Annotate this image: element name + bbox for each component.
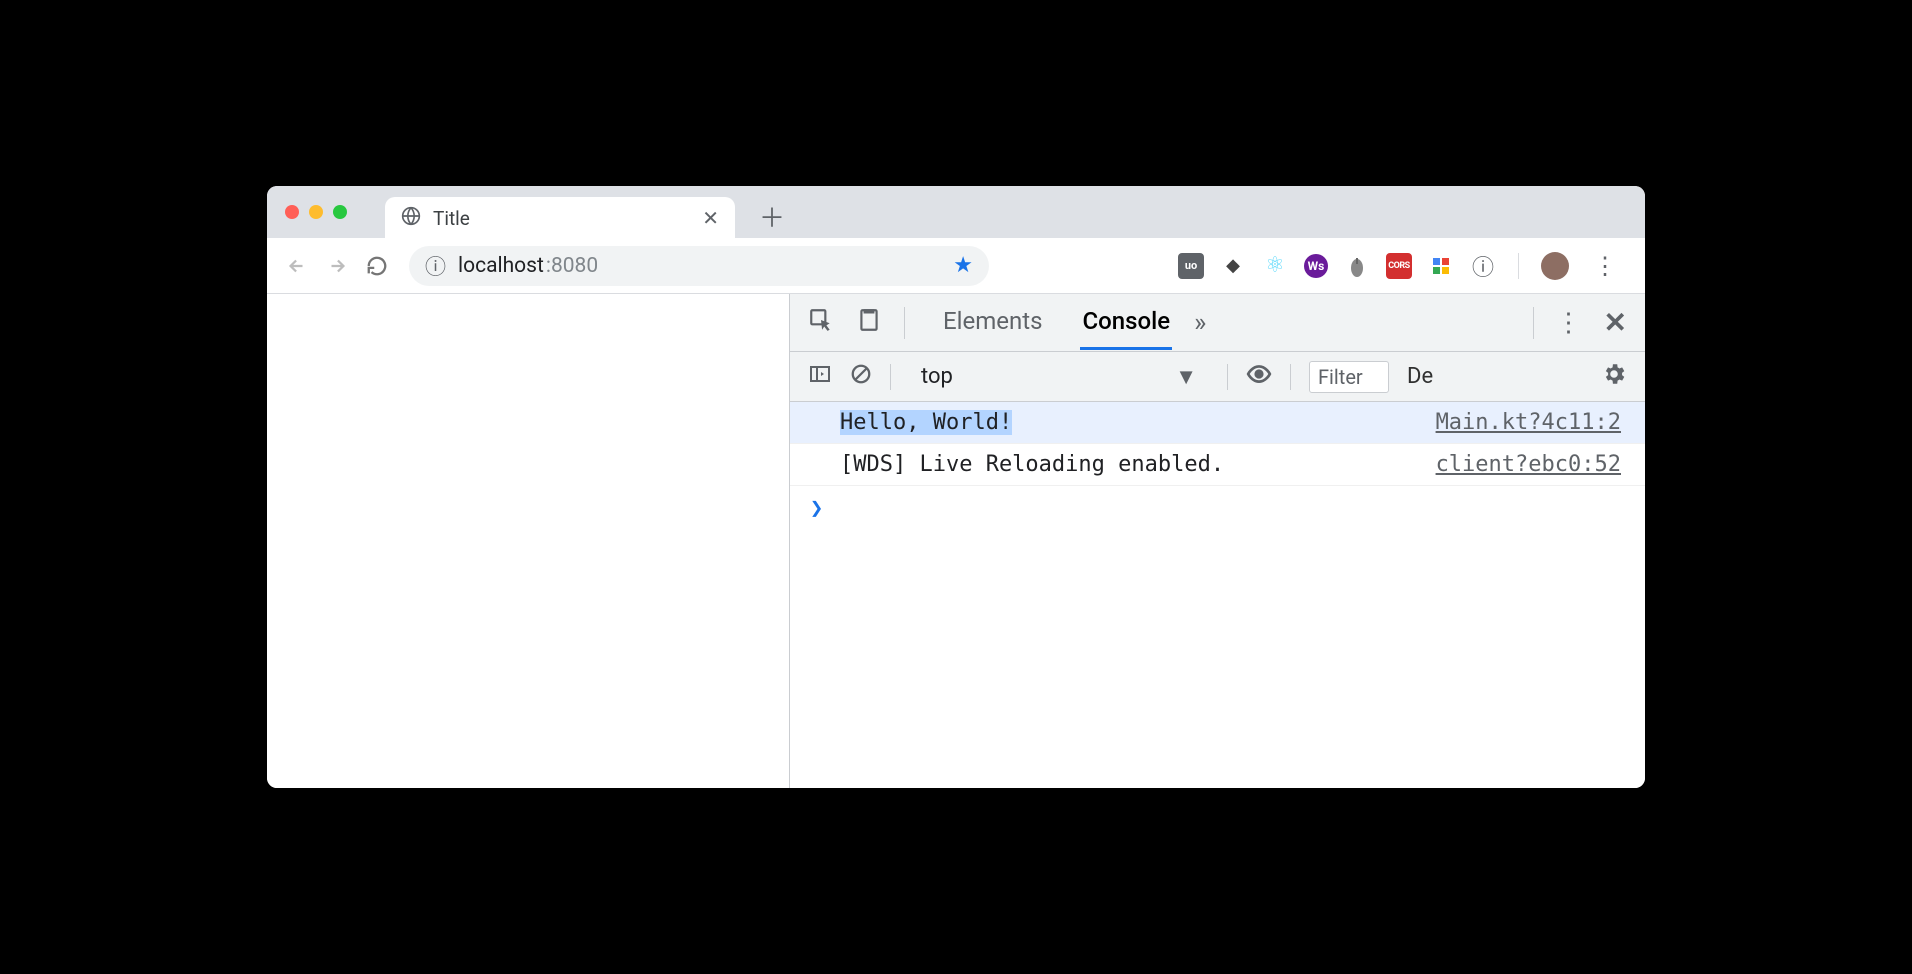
- devtools-toolbar: Elements Console » ⋮ ✕: [790, 294, 1645, 352]
- minimize-window-button[interactable]: [309, 205, 323, 219]
- separator: [1227, 364, 1228, 390]
- bookmark-star-icon[interactable]: ★: [953, 253, 973, 278]
- console-prompt[interactable]: ❯: [790, 486, 1645, 531]
- inspect-element-icon[interactable]: [808, 307, 834, 339]
- log-message: Hello, World!: [840, 410, 1436, 435]
- tab-strip: Title ✕ ＋: [267, 186, 1645, 238]
- address-bar[interactable]: ⓘ localhost:8080 ★: [409, 246, 989, 286]
- close-window-button[interactable]: [285, 205, 299, 219]
- log-source-link[interactable]: Main.kt?4c11:2: [1436, 410, 1621, 435]
- browser-window: Title ✕ ＋ ⓘ localhost:8080 ★ uo ◆ ⚛ Ws: [267, 186, 1645, 788]
- devtools-menu-icon[interactable]: ⋮: [1556, 308, 1582, 338]
- reload-button[interactable]: [359, 248, 395, 284]
- page-viewport[interactable]: [267, 294, 789, 788]
- log-message: [WDS] Live Reloading enabled.: [840, 452, 1436, 477]
- console-sidebar-toggle-icon[interactable]: [808, 362, 832, 392]
- dropdown-caret-icon: ▼: [1175, 364, 1197, 390]
- ext-mouse-icon[interactable]: [1344, 253, 1370, 279]
- separator: [1290, 364, 1291, 390]
- browser-menu-button[interactable]: ⋮: [1585, 252, 1625, 280]
- devtools-panel: Elements Console » ⋮ ✕ top: [789, 294, 1645, 788]
- separator: [1533, 307, 1534, 339]
- execution-context-select[interactable]: top ▼: [909, 364, 1209, 390]
- console-log-row[interactable]: Hello, World! Main.kt?4c11:2: [790, 402, 1645, 444]
- separator: [904, 307, 905, 339]
- tab-elements[interactable]: Elements: [941, 295, 1044, 350]
- ext-cube-icon[interactable]: ◆: [1220, 253, 1246, 279]
- context-label: top: [921, 364, 953, 389]
- more-tabs-icon[interactable]: »: [1194, 308, 1206, 338]
- profile-avatar[interactable]: [1541, 252, 1569, 280]
- url-host: localhost: [458, 254, 544, 278]
- ext-react-icon[interactable]: ⚛: [1262, 253, 1288, 279]
- forward-button[interactable]: [319, 248, 355, 284]
- filter-placeholder: Filter: [1318, 365, 1363, 389]
- console-settings-icon[interactable]: [1601, 361, 1627, 393]
- devtools-tabs: Elements Console: [941, 295, 1172, 350]
- toolbar: ⓘ localhost:8080 ★ uo ◆ ⚛ Ws CORS ⓘ ⋮: [267, 238, 1645, 294]
- clear-console-icon[interactable]: [850, 363, 872, 391]
- close-devtools-icon[interactable]: ✕: [1604, 306, 1627, 339]
- window-controls: [285, 205, 373, 219]
- site-info-icon[interactable]: ⓘ: [425, 251, 446, 281]
- separator: [890, 364, 891, 390]
- maximize-window-button[interactable]: [333, 205, 347, 219]
- separator: [1518, 253, 1519, 279]
- console-toolbar: top ▼ Filter De: [790, 352, 1645, 402]
- live-expression-icon[interactable]: [1246, 361, 1272, 393]
- ext-webstorm-icon[interactable]: Ws: [1304, 254, 1328, 278]
- prompt-caret-icon: ❯: [810, 496, 823, 521]
- ext-cors-icon[interactable]: CORS: [1386, 253, 1412, 279]
- console-log-row[interactable]: [WDS] Live Reloading enabled. client?ebc…: [790, 444, 1645, 486]
- tab-console[interactable]: Console: [1080, 295, 1172, 350]
- log-source-link[interactable]: client?ebc0:52: [1436, 452, 1621, 477]
- content-area: Elements Console » ⋮ ✕ top: [267, 294, 1645, 788]
- back-button[interactable]: [279, 248, 315, 284]
- log-levels-select[interactable]: De: [1407, 364, 1435, 389]
- extension-icons: uo ◆ ⚛ Ws CORS ⓘ ⋮: [1178, 252, 1633, 280]
- url-port: :8080: [546, 254, 598, 278]
- tab-title: Title: [433, 207, 470, 230]
- console-filter-input[interactable]: Filter: [1309, 361, 1389, 393]
- close-tab-button[interactable]: ✕: [702, 206, 719, 230]
- new-tab-button[interactable]: ＋: [747, 198, 797, 235]
- ext-lighthouse-icon[interactable]: [1428, 253, 1454, 279]
- ext-info-icon[interactable]: ⓘ: [1470, 253, 1496, 279]
- device-toggle-icon[interactable]: [856, 307, 882, 339]
- ext-ublock-icon[interactable]: uo: [1178, 253, 1204, 279]
- console-log-area: Hello, World! Main.kt?4c11:2 [WDS] Live …: [790, 402, 1645, 788]
- browser-tab[interactable]: Title ✕: [385, 197, 735, 239]
- globe-icon: [401, 206, 421, 231]
